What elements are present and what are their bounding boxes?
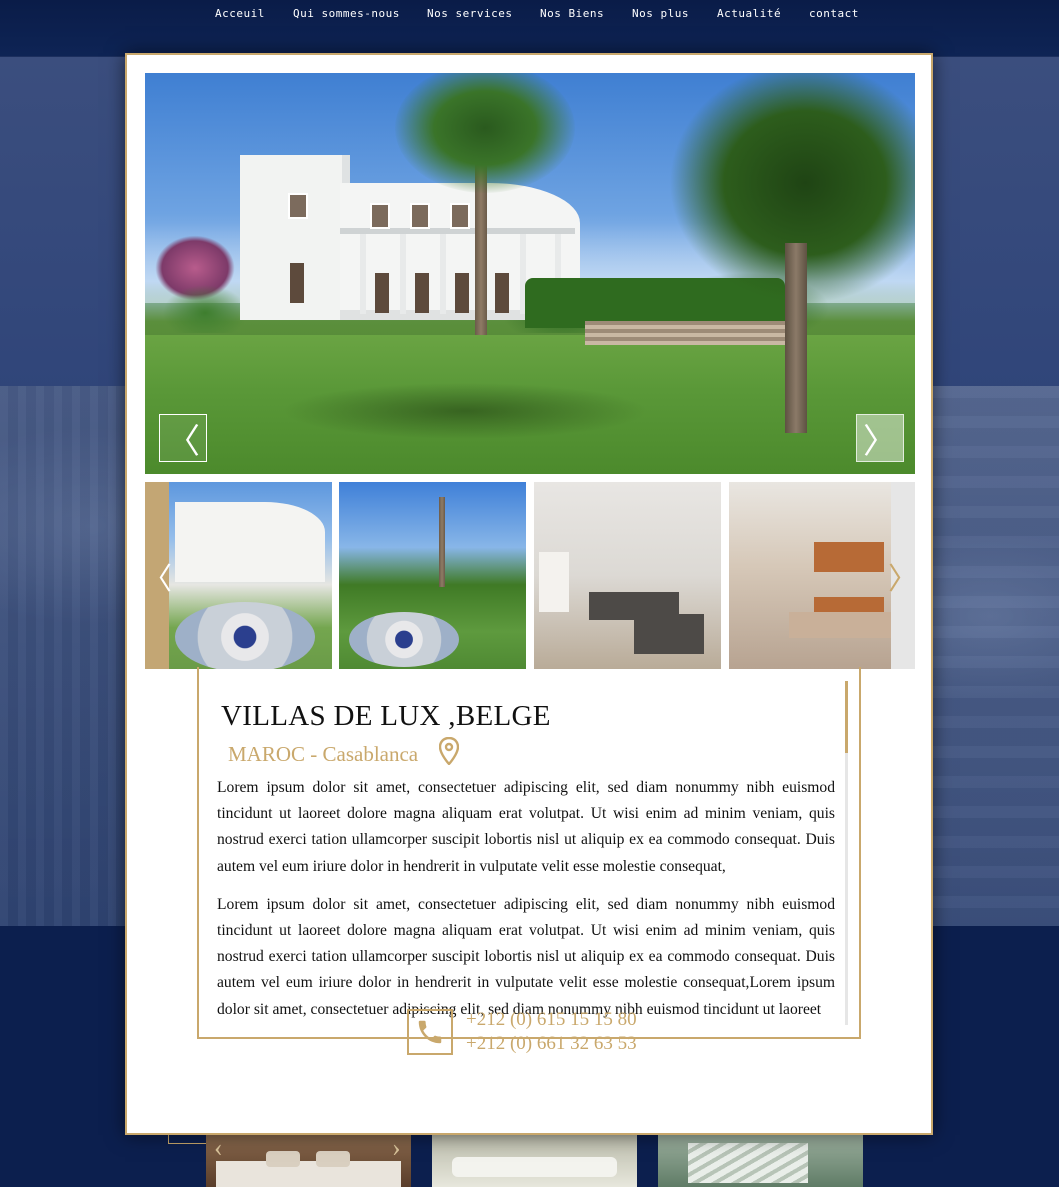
hero-next-button[interactable]: 〉 [856,414,904,462]
sofa-shape [452,1157,617,1177]
location-pin-icon [439,737,459,765]
bottom-thumb-lounge[interactable] [432,1133,637,1187]
phone-number-1[interactable]: +212 (0) 615 15 15 80 [466,1009,637,1031]
chevron-left-icon: 〈 [145,561,172,597]
bed-shape [216,1161,401,1187]
chevron-right-icon: 〉 [888,561,915,597]
nav-item-qui-sommes-nous[interactable]: Qui sommes-nous [293,7,400,20]
pillow-shape [266,1151,300,1167]
window [370,203,390,229]
description-paragraph: Lorem ipsum dolor sit amet, consectetuer… [217,779,835,875]
thumbnails-prev-button[interactable]: 〈 [145,482,172,669]
palm-trunk [439,497,445,587]
nav-item-nos-services[interactable]: Nos services [427,7,512,20]
garden-steps [585,321,785,345]
pillow-shape [316,1151,350,1167]
phone-icon [407,1009,453,1055]
phone-number-2[interactable]: +212 (0) 661 32 63 53 [466,1033,637,1055]
main-nav: Acceuil Qui sommes-nous Nos services Nos… [0,7,1059,23]
top-navigation-bar: Acceuil Qui sommes-nous Nos services Nos… [0,0,1059,57]
bottom-thumb-bedroom[interactable] [206,1133,411,1187]
property-title: VILLAS DE LUX ,BELGE [221,700,551,732]
thumbnail-living-room[interactable] [534,482,721,669]
column [440,234,446,314]
mosaic-fountain [349,612,459,667]
cabinet-shape [814,542,884,572]
bottom-thumb-prev-icon[interactable]: ‹ [214,1133,223,1163]
window-shape [539,552,569,612]
description-paragraph: Lorem ipsum dolor sit amet, consectetuer… [217,895,835,1018]
window [288,193,308,219]
window [450,203,470,229]
hero-prev-button[interactable]: 〈 [159,414,207,462]
bottom-thumb-next-icon[interactable]: › [392,1133,401,1163]
background-house-left [0,386,125,946]
property-card: 〈 〉 〈 〉 VILLAS DE LUX ,BELGE MAROC - Cas… [125,53,933,1135]
counter-shape [789,612,899,638]
nav-item-contact[interactable]: contact [809,7,859,20]
villa-shape [175,502,325,582]
nav-item-nos-plus[interactable]: Nos plus [632,7,689,20]
door [290,263,304,303]
armchair-shape [634,614,704,654]
description-text: Lorem ipsum dolor sit amet, consectetuer… [217,775,835,1021]
large-palm-trunk [785,243,807,433]
nav-item-actualite[interactable]: Actualité [717,7,781,20]
column [400,234,406,314]
roof-shape [688,1143,808,1183]
bottom-thumb-rooftop[interactable] [658,1133,863,1187]
property-location: MAROC - Casablanca [228,742,419,766]
thumbnail-villa-facade[interactable] [145,482,332,669]
phone-handset-icon [418,1020,442,1044]
property-description-panel: VILLAS DE LUX ,BELGE MAROC - Casablanca … [197,667,861,1039]
chevron-right-icon: 〉 [863,421,897,462]
nav-item-nos-biens[interactable]: Nos Biens [540,7,604,20]
thumbnail-garden[interactable] [339,482,526,669]
large-palm-leaves [585,73,915,363]
door [455,273,469,313]
hero-image-villa: 〈 〉 [145,73,915,474]
description-scrollbar-thumb[interactable] [845,681,848,753]
chevron-left-icon: 〈 [166,421,200,462]
door [415,273,429,313]
window [410,203,430,229]
door [375,273,389,313]
palm-shadow [205,351,725,471]
nav-item-acceuil[interactable]: Acceuil [215,7,265,20]
column [360,234,366,314]
mosaic-fountain [175,602,315,669]
door [495,273,509,313]
background-house-right [932,386,1059,946]
thumbnails-next-button[interactable]: 〉 [888,482,915,669]
thumbnail-strip: 〈 〉 [145,482,915,669]
